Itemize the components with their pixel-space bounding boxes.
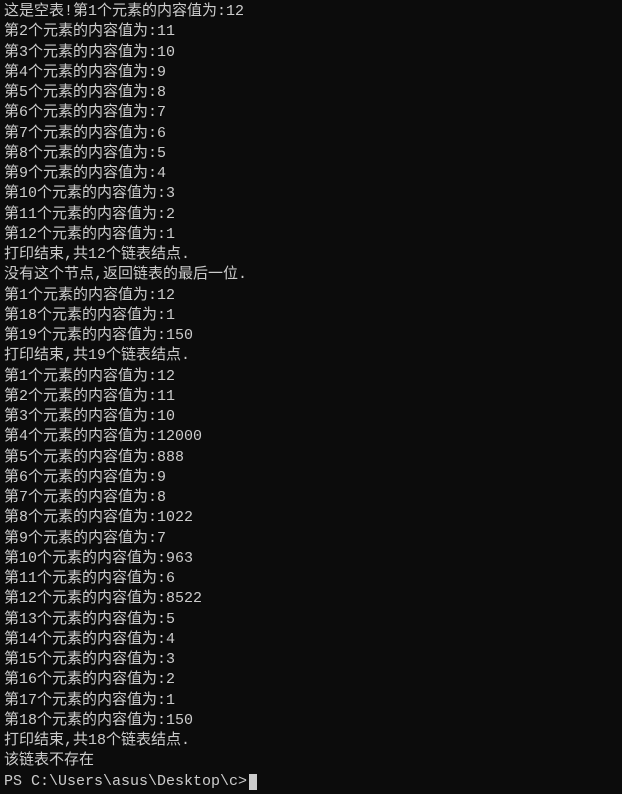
- terminal-line: 第7个元素的内容值为:8: [4, 488, 618, 508]
- terminal-line: 第2个元素的内容值为:11: [4, 22, 618, 42]
- terminal-line: 第11个元素的内容值为:2: [4, 205, 618, 225]
- terminal-line: 第13个元素的内容值为:5: [4, 610, 618, 630]
- terminal-prompt: PS C:\Users\asus\Desktop\c>: [4, 772, 247, 792]
- terminal-line: 第18个元素的内容值为:150: [4, 711, 618, 731]
- terminal-line: 第15个元素的内容值为:3: [4, 650, 618, 670]
- terminal-line: 第16个元素的内容值为:2: [4, 670, 618, 690]
- terminal-line: 第6个元素的内容值为:9: [4, 468, 618, 488]
- terminal-line: 第6个元素的内容值为:7: [4, 103, 618, 123]
- terminal-line: 第17个元素的内容值为:1: [4, 691, 618, 711]
- terminal-line: 第10个元素的内容值为:3: [4, 184, 618, 204]
- terminal-line: 第5个元素的内容值为:8: [4, 83, 618, 103]
- terminal-line: 第1个元素的内容值为:12: [4, 367, 618, 387]
- terminal-line: 第12个元素的内容值为:8522: [4, 589, 618, 609]
- terminal-line: 第3个元素的内容值为:10: [4, 43, 618, 63]
- terminal-line: 第4个元素的内容值为:9: [4, 63, 618, 83]
- terminal-line: 第5个元素的内容值为:888: [4, 448, 618, 468]
- terminal-line: 打印结束,共12个链表结点.: [4, 245, 618, 265]
- cursor-icon: [249, 774, 257, 790]
- terminal-line: 第19个元素的内容值为:150: [4, 326, 618, 346]
- terminal-line: 第14个元素的内容值为:4: [4, 630, 618, 650]
- terminal-line: 第9个元素的内容值为:4: [4, 164, 618, 184]
- terminal-line: 第11个元素的内容值为:6: [4, 569, 618, 589]
- terminal-line: 打印结束,共19个链表结点.: [4, 346, 618, 366]
- terminal-line: 第18个元素的内容值为:1: [4, 306, 618, 326]
- terminal-line: 第7个元素的内容值为:6: [4, 124, 618, 144]
- terminal-line: 第8个元素的内容值为:5: [4, 144, 618, 164]
- terminal-output: 这是空表!第1个元素的内容值为:12第2个元素的内容值为:11第3个元素的内容值…: [4, 2, 618, 772]
- terminal-line: 没有这个节点,返回链表的最后一位.: [4, 265, 618, 285]
- terminal-line: 第9个元素的内容值为:7: [4, 529, 618, 549]
- terminal-prompt-line[interactable]: PS C:\Users\asus\Desktop\c>: [4, 772, 618, 792]
- terminal-line: 第4个元素的内容值为:12000: [4, 427, 618, 447]
- terminal-line: 这是空表!第1个元素的内容值为:12: [4, 2, 618, 22]
- terminal-line: 第8个元素的内容值为:1022: [4, 508, 618, 528]
- terminal-line: 第3个元素的内容值为:10: [4, 407, 618, 427]
- terminal-line: 第1个元素的内容值为:12: [4, 286, 618, 306]
- terminal-line: 打印结束,共18个链表结点.: [4, 731, 618, 751]
- terminal-line: 第12个元素的内容值为:1: [4, 225, 618, 245]
- terminal-line: 该链表不存在: [4, 751, 618, 771]
- terminal-line: 第10个元素的内容值为:963: [4, 549, 618, 569]
- terminal-line: 第2个元素的内容值为:11: [4, 387, 618, 407]
